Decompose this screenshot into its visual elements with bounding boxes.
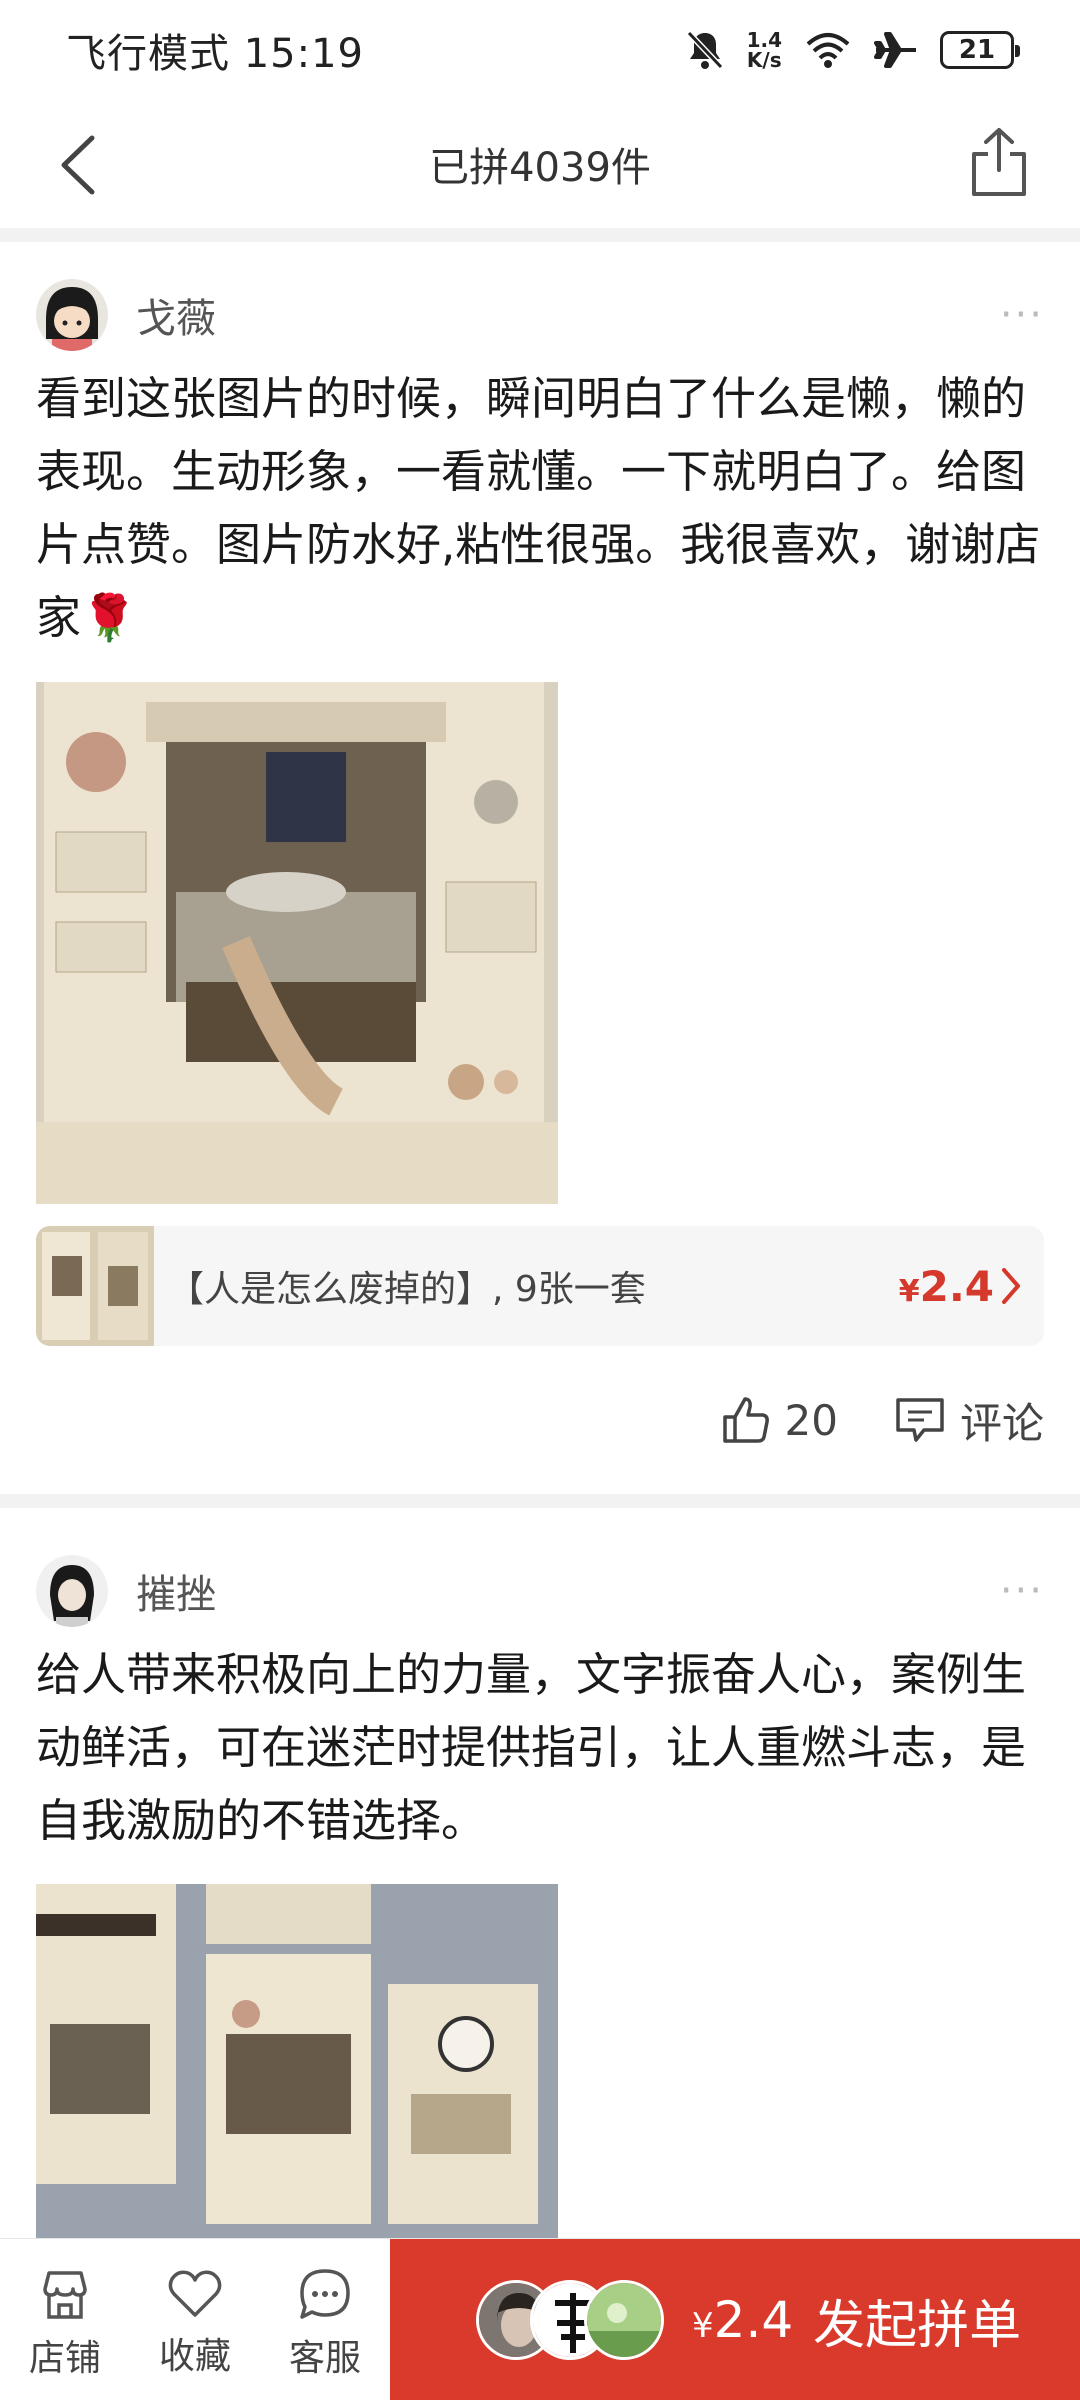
- like-button[interactable]: 20: [721, 1395, 838, 1445]
- comment-label: 评论: [959, 1398, 1044, 1448]
- chat-icon: [300, 2269, 350, 2319]
- product-thumbnail: [36, 1226, 154, 1346]
- start-group-buy-button[interactable]: ¥2.4 发起拼单: [390, 2239, 1080, 2400]
- more-options-icon[interactable]: ···: [1000, 292, 1044, 338]
- review-image[interactable]: [36, 682, 558, 1204]
- status-bar: 飞行模式 15:19 1.4 K/s 21: [0, 0, 1080, 100]
- more-options-icon[interactable]: ···: [1000, 1568, 1044, 1614]
- username: 戈薇: [136, 296, 216, 342]
- review-text: 看到这张图片的时候，瞬间明白了什么是懒，懒的表现。生动形象，一看就懂。一下就明白…: [36, 372, 1041, 644]
- price-symbol: ¥: [692, 2306, 714, 2346]
- review-actions: 20 评论: [721, 1390, 1044, 1450]
- avatar[interactable]: [36, 279, 108, 351]
- review-card: 戈薇 ··· 看到这张图片的时候，瞬间明白了什么是懒，懒的表现。生动形象，一看就…: [0, 278, 1080, 1490]
- net-speed-value: 1.4: [746, 28, 782, 52]
- product-price: ¥2.4: [899, 1262, 994, 1311]
- review-card: 摧挫 ··· 给人带来积极向上的力量，文字振奋人心，案例生动鲜活，可在迷茫时提供…: [0, 1554, 1080, 2238]
- heart-icon: [168, 2270, 222, 2317]
- review-header: 戈薇 ···: [36, 278, 1044, 352]
- section-separator: [0, 1494, 1080, 1508]
- price-symbol: ¥: [898, 1273, 920, 1309]
- comment-button[interactable]: 评论: [894, 1390, 1044, 1451]
- status-icons: 1.4 K/s 21: [685, 29, 1020, 71]
- store-tab[interactable]: 店铺: [0, 2239, 130, 2400]
- chevron-right-icon: [1002, 1268, 1020, 1304]
- review-image[interactable]: [36, 1884, 558, 2238]
- avatar: [584, 2280, 664, 2360]
- share-icon[interactable]: [966, 124, 1032, 200]
- net-speed-unit: K/s: [746, 48, 782, 72]
- battery-indicator: 21: [940, 31, 1020, 69]
- product-title: 【人是怎么废掉的】, 9张一套: [168, 1269, 646, 1310]
- review-header: 摧挫 ···: [36, 1554, 1044, 1628]
- store-icon: [43, 2271, 87, 2319]
- price-value: 2.4: [919, 1261, 994, 1311]
- favorite-tab[interactable]: 收藏: [130, 2239, 260, 2400]
- nav-bar: 已拼4039件: [0, 100, 1080, 228]
- store-label: 店铺: [28, 2338, 101, 2379]
- group-buy-label: 发起拼单: [813, 2295, 1022, 2356]
- wifi-icon: [806, 33, 850, 68]
- comment-icon: [896, 1398, 944, 1442]
- airplane-icon: [874, 32, 916, 68]
- status-time: 飞行模式 15:19: [66, 31, 364, 77]
- like-count: 20: [784, 1395, 838, 1445]
- service-tab[interactable]: 客服: [260, 2239, 390, 2400]
- service-label: 客服: [288, 2338, 361, 2379]
- page-title: 已拼4039件: [429, 145, 651, 191]
- price-value: 2.4: [713, 2291, 794, 2349]
- favorite-label: 收藏: [158, 2336, 231, 2377]
- bottom-bar: 店铺 收藏 客服 ¥2.4 发起拼单: [0, 2238, 1080, 2400]
- back-icon[interactable]: [50, 130, 110, 200]
- group-price: ¥2.4: [692, 2291, 793, 2349]
- mute-bell-icon: [686, 30, 723, 70]
- product-card[interactable]: 【人是怎么废掉的】, 9张一套 ¥2.4: [36, 1226, 1044, 1346]
- thumbs-up-icon: [722, 1397, 769, 1443]
- section-separator: [0, 228, 1080, 242]
- group-avatars: [476, 2280, 664, 2360]
- net-speed: 1.4 K/s: [747, 30, 782, 70]
- avatar[interactable]: [36, 1555, 108, 1627]
- review-text: 给人带来积极向上的力量，文字振奋人心，案例生动鲜活，可在迷茫时提供指引，让人重燃…: [36, 1648, 1027, 1847]
- username: 摧挫: [136, 1572, 216, 1618]
